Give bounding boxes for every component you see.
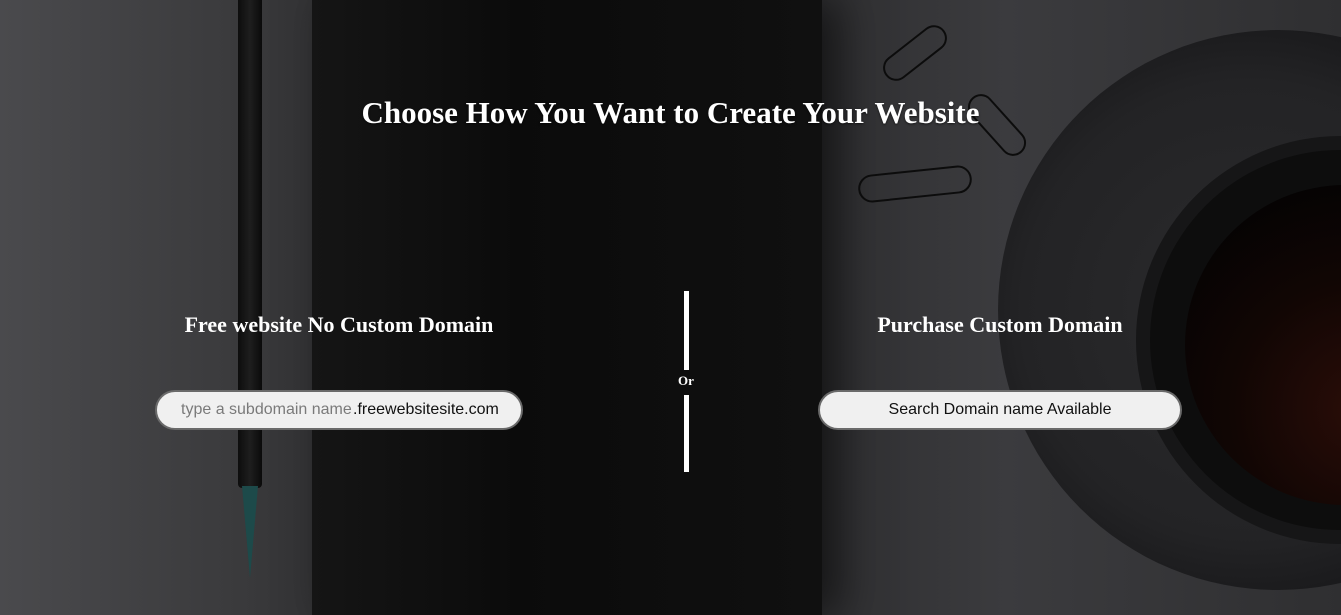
free-website-heading: Free website No Custom Domain <box>184 312 494 337</box>
background-paperclip-image <box>877 19 953 87</box>
subdomain-field[interactable]: .freewebsitesite.com <box>155 390 523 430</box>
domain-suffix-label: .freewebsitesite.com <box>353 401 499 418</box>
custom-domain-heading: Purchase Custom Domain <box>877 312 1123 337</box>
page-title: Choose How You Want to Create Your Websi… <box>361 95 980 130</box>
divider-line-top <box>684 291 689 370</box>
divider-line-bottom <box>684 395 689 472</box>
search-domain-button[interactable]: Search Domain name Available <box>818 390 1182 430</box>
page-background: Choose How You Want to Create Your Websi… <box>0 0 1341 615</box>
subdomain-input[interactable] <box>181 401 353 419</box>
background-paperclip-image <box>856 164 974 204</box>
background-pen-tip-image <box>242 486 258 578</box>
background-notebook-image <box>312 0 822 615</box>
search-domain-button-label: Search Domain name Available <box>888 401 1112 418</box>
or-separator-label: Or <box>678 373 694 388</box>
